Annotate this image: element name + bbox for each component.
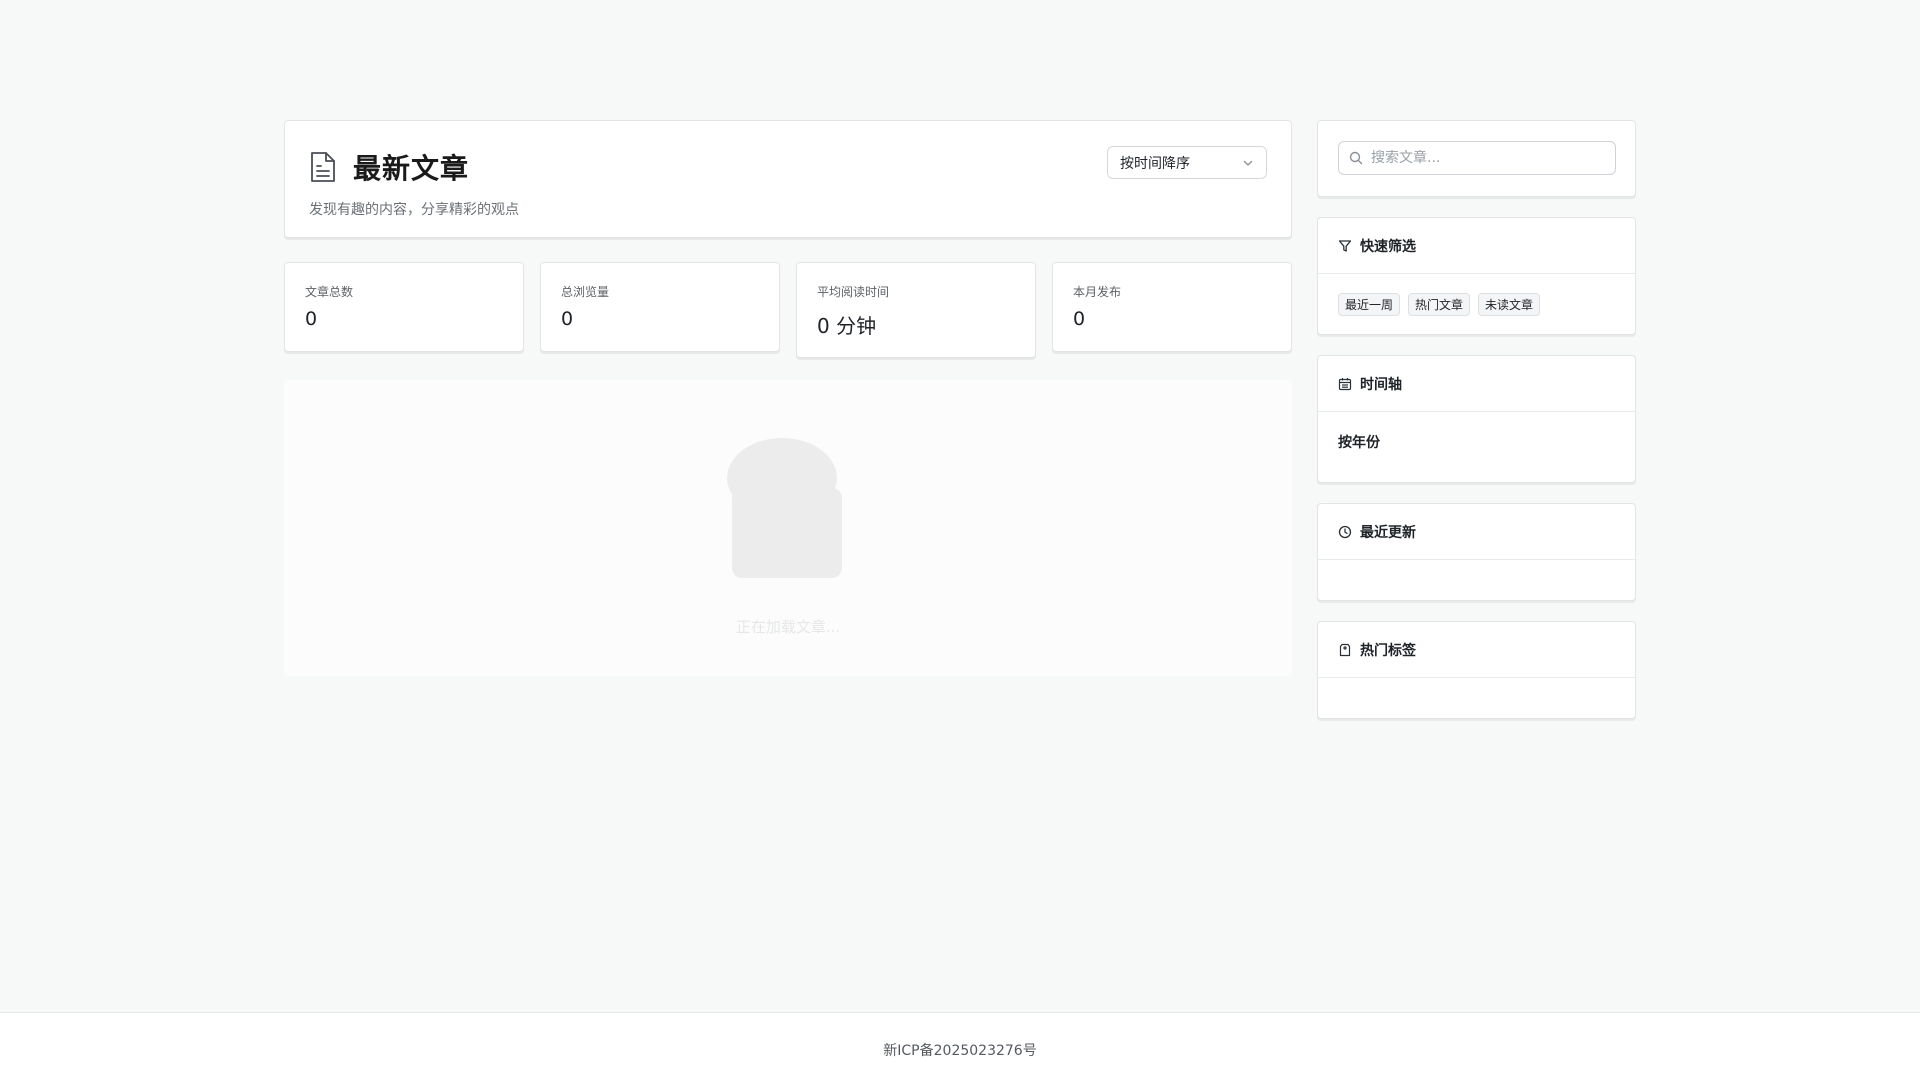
search-card (1317, 120, 1636, 197)
chevron-down-icon (1242, 157, 1254, 169)
document-icon (309, 151, 339, 183)
stat-card-total-views: 总浏览量 0 (540, 262, 780, 352)
stat-label: 本月发布 (1073, 285, 1122, 299)
popular-tags-card: 热门标签 (1317, 621, 1636, 719)
timeline-group-label[interactable]: 按年份 (1338, 432, 1615, 452)
clock-icon (1338, 525, 1352, 539)
recent-updates-list (1318, 560, 1635, 600)
timeline-title: 时间轴 (1360, 376, 1402, 393)
timeline-header: 时间轴 (1318, 356, 1635, 412)
recent-updates-title: 最近更新 (1360, 524, 1416, 541)
icp-record-link[interactable]: 新ICP备2025023276号 (883, 1043, 1036, 1059)
stat-label: 总浏览量 (561, 285, 610, 299)
page-subtitle: 发现有趣的内容，分享精彩的观点 (309, 202, 519, 218)
stats-row: 文章总数 0 总浏览量 0 平均阅读时间 0 分钟 本月发布 0 (284, 262, 1292, 358)
loading-illustration (712, 428, 862, 588)
stat-value: 0 (561, 308, 574, 330)
page-layout: 最新文章 发现有趣的内容，分享精彩的观点 按时间降序 文章总数 0 总浏览量 0 (284, 120, 1636, 719)
search-box[interactable] (1338, 141, 1616, 175)
main-column: 最新文章 发现有趣的内容，分享精彩的观点 按时间降序 文章总数 0 总浏览量 0 (284, 120, 1292, 719)
timeline-body: 按年份 (1318, 412, 1635, 482)
timeline-card: 时间轴 按年份 (1317, 355, 1636, 483)
stat-label: 文章总数 (305, 285, 354, 299)
popular-tags-header: 热门标签 (1318, 622, 1635, 678)
stat-label: 平均阅读时间 (817, 285, 890, 299)
stat-value: 0 分钟 (817, 314, 877, 338)
articles-loading-area: 正在加载文章... (284, 380, 1292, 676)
filter-chip-unread[interactable]: 未读文章 (1478, 292, 1541, 316)
stat-card-monthly-published: 本月发布 0 (1052, 262, 1292, 352)
stat-card-total-articles: 文章总数 0 (284, 262, 524, 352)
stat-value: 0 (1073, 308, 1086, 330)
recent-updates-card: 最近更新 (1317, 503, 1636, 601)
search-input[interactable] (1371, 150, 1591, 166)
filter-chip-popular[interactable]: 热门文章 (1408, 292, 1471, 316)
tag-icon (1338, 643, 1352, 657)
popular-tags-list (1318, 678, 1635, 718)
calendar-icon (1338, 377, 1352, 391)
filter-chip-last-week[interactable]: 最近一周 (1338, 292, 1401, 316)
articles-header-card: 最新文章 发现有趣的内容，分享精彩的观点 按时间降序 (284, 120, 1292, 238)
page-footer: 新ICP备2025023276号 (0, 1012, 1920, 1080)
popular-tags-title: 热门标签 (1360, 642, 1416, 659)
page-title: 最新文章 (353, 152, 470, 185)
recent-updates-header: 最近更新 (1318, 504, 1635, 560)
quick-filter-header: 快速筛选 (1318, 218, 1635, 274)
quick-filter-title: 快速筛选 (1360, 238, 1416, 255)
search-icon (1349, 151, 1363, 165)
quick-filter-card: 快速筛选 最近一周 热门文章 未读文章 (1317, 217, 1636, 335)
stat-value: 0 (305, 308, 318, 330)
sort-select-value: 按时间降序 (1120, 155, 1190, 172)
sidebar: 快速筛选 最近一周 热门文章 未读文章 (1317, 120, 1636, 719)
sort-select[interactable]: 按时间降序 (1107, 146, 1267, 179)
loading-text: 正在加载文章... (735, 618, 841, 636)
quick-filter-chips: 最近一周 热门文章 未读文章 (1318, 274, 1635, 334)
stat-card-avg-reading-time: 平均阅读时间 0 分钟 (796, 262, 1036, 358)
filter-icon (1338, 239, 1352, 253)
